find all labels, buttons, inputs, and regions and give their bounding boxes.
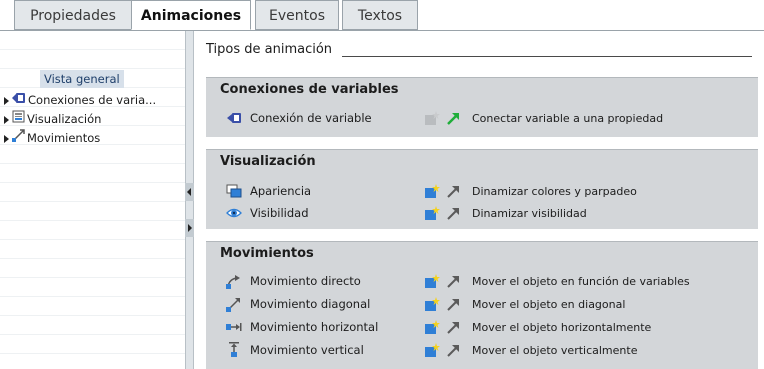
add-animation-icon[interactable] bbox=[424, 319, 440, 335]
tree-item-visualizacion[interactable]: Visualización bbox=[4, 110, 101, 129]
tab-label: Eventos bbox=[269, 8, 325, 24]
section-title: Tipos de animación bbox=[206, 42, 333, 57]
go-to-arrow-icon[interactable] bbox=[446, 273, 462, 289]
group-movimientos: Movimientos Movimiento directo Mover el … bbox=[206, 241, 758, 369]
tab-label: Animaciones bbox=[140, 8, 242, 24]
horizontal-movement-icon bbox=[226, 319, 242, 335]
expand-arrow-icon[interactable] bbox=[4, 115, 9, 124]
row-movimiento-horizontal: Movimiento horizontal Mover el objeto ho… bbox=[206, 317, 758, 337]
add-animation-icon[interactable] bbox=[424, 296, 440, 312]
group-visualizacion: Visualización Apariencia Dinamizar color… bbox=[206, 149, 758, 229]
row-visibilidad: Visibilidad Dinamizar visibilidad bbox=[206, 203, 758, 223]
tab-propiedades[interactable]: Propiedades bbox=[14, 0, 132, 30]
animation-description: Dinamizar visibilidad bbox=[472, 207, 587, 220]
group-conexiones-de-variables: Conexiones de variables Conexión de vari… bbox=[206, 77, 758, 137]
tab-textos[interactable]: Textos bbox=[342, 0, 418, 30]
animation-description: Mover el objeto verticalmente bbox=[472, 344, 638, 357]
animation-description: Mover el objeto horizontalmente bbox=[472, 321, 652, 334]
animation-name[interactable]: Movimiento vertical bbox=[250, 343, 364, 357]
visualization-icon bbox=[12, 110, 25, 129]
collapse-right-handle[interactable] bbox=[185, 219, 194, 237]
animation-name[interactable]: Conexión de variable bbox=[250, 111, 372, 125]
tab-eventos[interactable]: Eventos bbox=[255, 0, 339, 30]
appearance-icon bbox=[226, 183, 242, 199]
tree-item-movimientos[interactable]: Movimientos bbox=[4, 129, 100, 148]
group-title: Conexiones de variables bbox=[220, 82, 399, 97]
go-to-arrow-icon[interactable] bbox=[446, 205, 462, 221]
variable-connection-icon bbox=[12, 91, 26, 110]
animation-name[interactable]: Visibilidad bbox=[250, 206, 309, 220]
animation-description: Mover el objeto en función de variables bbox=[472, 275, 690, 288]
go-to-arrow-icon[interactable] bbox=[446, 183, 462, 199]
add-animation-icon[interactable] bbox=[424, 273, 440, 289]
tab-label: Textos bbox=[357, 8, 403, 24]
tree-item-conexiones[interactable]: Conexiones de varia... bbox=[4, 91, 156, 110]
tab-label: Propiedades bbox=[30, 8, 116, 24]
go-to-arrow-icon[interactable] bbox=[446, 296, 462, 312]
add-animation-disabled-icon bbox=[424, 110, 440, 126]
add-animation-icon[interactable] bbox=[424, 183, 440, 199]
tree-item-label: Visualización bbox=[27, 112, 102, 126]
tab-animaciones[interactable]: Animaciones bbox=[131, 0, 251, 30]
go-to-arrow-icon[interactable] bbox=[446, 319, 462, 335]
add-animation-icon[interactable] bbox=[424, 342, 440, 358]
collapse-left-handle[interactable] bbox=[185, 183, 194, 201]
navigation-tree: Vista general Conexiones de varia... Vis… bbox=[0, 31, 185, 369]
tab-strip: Propiedades Animaciones Eventos Textos bbox=[0, 0, 764, 31]
group-title: Visualización bbox=[220, 154, 316, 169]
vertical-movement-icon bbox=[226, 342, 242, 358]
go-to-arrow-icon[interactable] bbox=[446, 110, 462, 126]
row-movimiento-vertical: Movimiento vertical Mover el objeto vert… bbox=[206, 340, 758, 360]
animation-name[interactable]: Movimiento diagonal bbox=[250, 297, 370, 311]
animation-name[interactable]: Movimiento horizontal bbox=[250, 320, 378, 334]
section-title-rule bbox=[342, 56, 752, 57]
tree-item-label: Conexiones de varia... bbox=[28, 93, 157, 107]
animation-name[interactable]: Movimiento directo bbox=[250, 274, 361, 288]
visibility-eye-icon bbox=[226, 205, 242, 221]
tree-item-label: Movimientos bbox=[27, 131, 101, 145]
animation-name[interactable]: Apariencia bbox=[250, 184, 311, 198]
animation-types-panel: Tipos de animación Conexiones de variabl… bbox=[194, 31, 764, 369]
variable-connection-icon bbox=[226, 110, 242, 126]
group-title: Movimientos bbox=[220, 246, 314, 261]
row-movimiento-directo: Movimiento directo Mover el objeto en fu… bbox=[206, 271, 758, 291]
add-animation-icon[interactable] bbox=[424, 205, 440, 221]
animation-description: Mover el objeto en diagonal bbox=[472, 298, 626, 311]
animation-description: Conectar variable a una propiedad bbox=[472, 112, 664, 125]
expand-arrow-icon[interactable] bbox=[4, 96, 9, 105]
tree-item-vista-general[interactable]: Vista general bbox=[40, 70, 124, 88]
go-to-arrow-icon[interactable] bbox=[446, 342, 462, 358]
row-movimiento-diagonal: Movimiento diagonal Mover el objeto en d… bbox=[206, 294, 758, 314]
animation-description: Dinamizar colores y parpadeo bbox=[472, 185, 637, 198]
movement-icon bbox=[12, 129, 25, 148]
direct-movement-icon bbox=[226, 273, 242, 289]
row-conexion-de-variable: Conexión de variable Conectar variable a… bbox=[206, 108, 758, 128]
expand-arrow-icon[interactable] bbox=[4, 134, 9, 143]
row-apariencia: Apariencia Dinamizar colores y parpadeo bbox=[206, 181, 758, 201]
diagonal-movement-icon bbox=[226, 296, 242, 312]
